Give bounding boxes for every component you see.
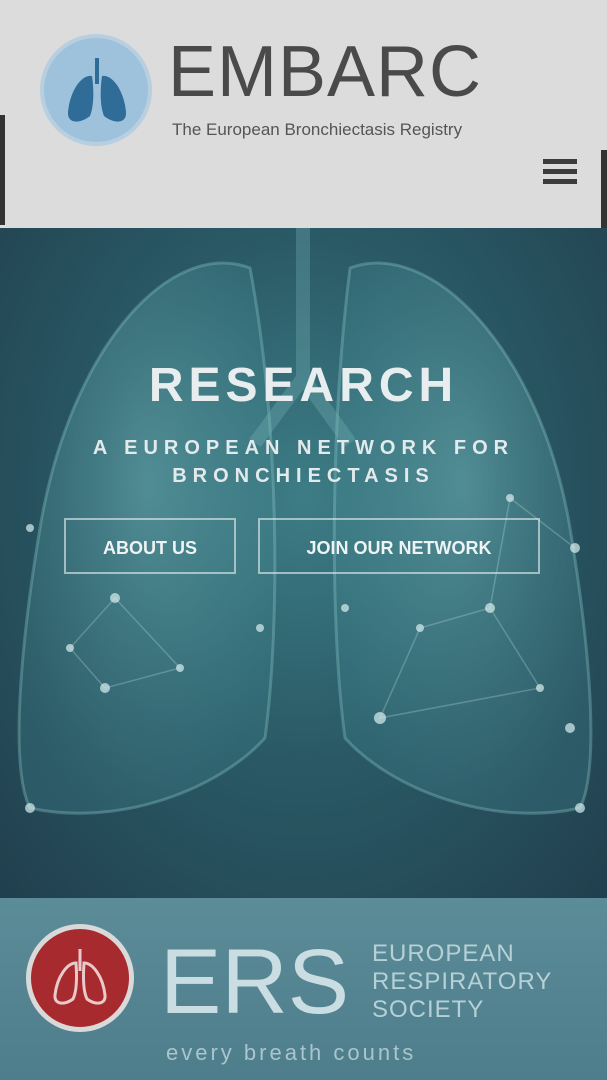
right-edge-bar [601,150,607,228]
hero-subtitle: A EUROPEAN NETWORK FOR BRONCHIECTASIS [92,437,515,487]
hero-banner: RESEARCH A EUROPEAN NETWORK FOR BRONCHIE… [0,228,607,898]
lungs-icon [67,58,127,122]
ers-full-name: EUROPEAN RESPIRATORY SOCIETY [372,940,552,1024]
hero-title: RESEARCH [148,359,459,412]
ers-full-name-line: EUROPEAN [372,940,515,967]
hamburger-menu-icon[interactable] [540,154,580,192]
ers-abbreviation: ERS [160,931,350,1033]
left-edge-bar [0,115,5,225]
ers-full-name-line: RESPIRATORY [372,968,553,995]
ers-logo [26,924,134,1032]
ers-full-name-line: SOCIETY [372,996,485,1023]
ers-tagline: every breath counts [166,1040,417,1065]
join-our-network-button[interactable]: JOIN OUR NETWORK [258,518,540,574]
about-us-button[interactable]: ABOUT US [64,518,236,574]
embarc-lungs-logo[interactable] [40,34,152,146]
ers-lungs-icon [53,949,107,1005]
site-header: EMBARC The European Bronchiectasis Regis… [0,0,607,228]
brand-name[interactable]: EMBARC [168,32,482,112]
brand-tagline: The European Bronchiectasis Registry [172,120,463,139]
ers-partner-banner[interactable]: ERS EUROPEAN RESPIRATORY SOCIETY every b… [0,898,607,1080]
